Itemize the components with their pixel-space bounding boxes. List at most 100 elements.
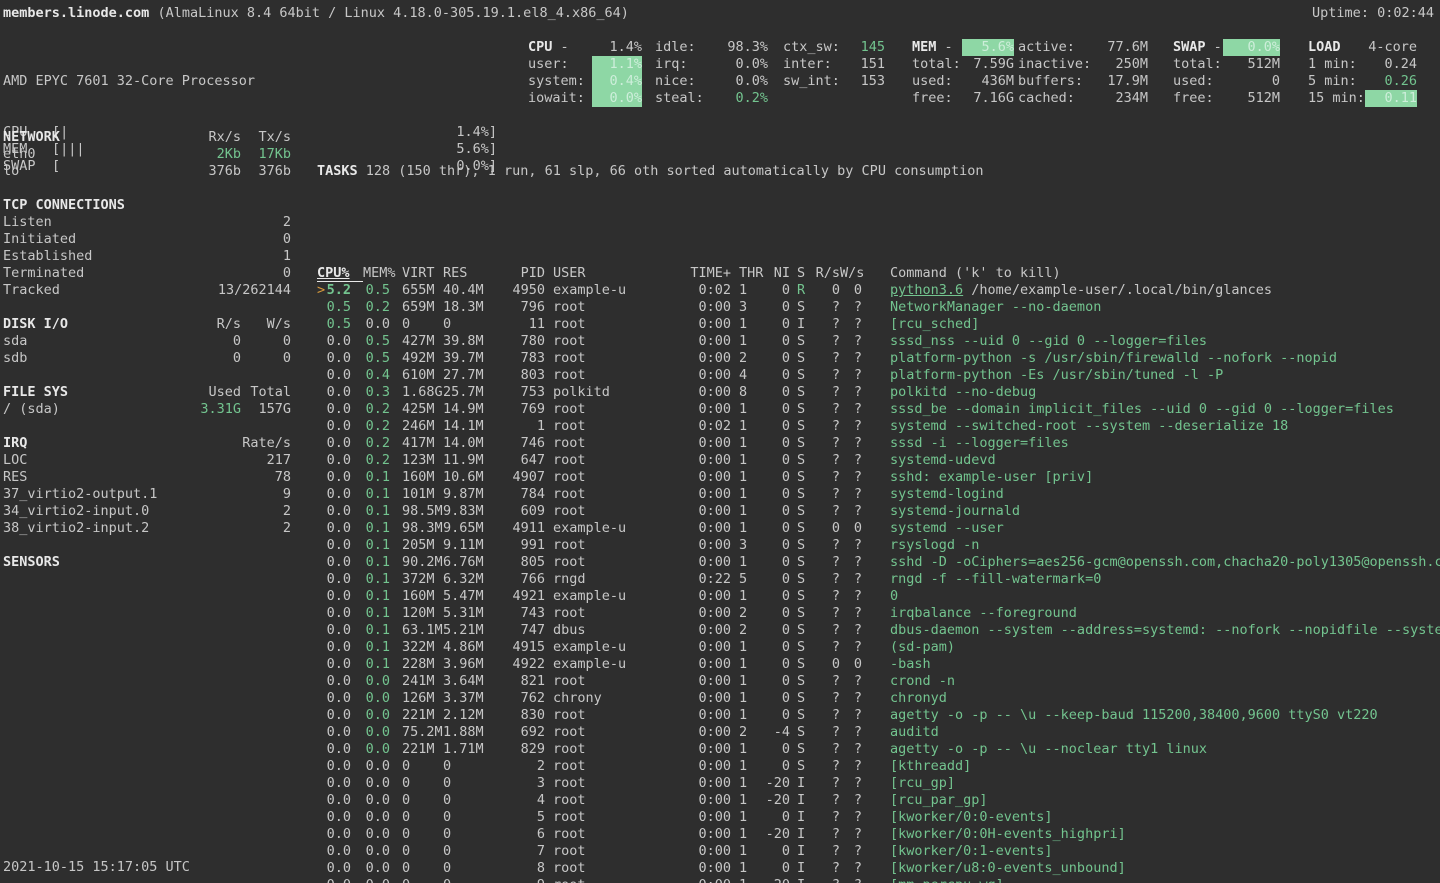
stat-value: 1.1% xyxy=(592,56,642,73)
proc-command: sssd -i --logger=files xyxy=(890,435,1440,452)
stat-value: 0.0% xyxy=(1223,39,1280,56)
stat-label-text: idle: xyxy=(655,39,696,55)
col-header-command-k-to-kill-: Command ('k' to kill) xyxy=(890,265,1440,282)
proc-write-rate: ? xyxy=(840,707,862,724)
selection-cursor xyxy=(317,401,325,418)
section-col2-header: Total xyxy=(241,384,291,401)
proc-pid: 821 xyxy=(500,673,545,690)
stat-value: 0 xyxy=(1223,73,1280,90)
proc-state: S xyxy=(797,639,811,656)
proc-mem-percent: 0.1 xyxy=(363,588,390,605)
proc-virt: 610M xyxy=(402,367,443,384)
row-value-1 xyxy=(193,214,241,231)
proc-write-rate: ? xyxy=(840,724,862,741)
stat-column-0: CPU -1.4%user:1.1%system:0.4%iowait:0.0% xyxy=(528,39,642,107)
row-value: 13/262144 xyxy=(218,282,291,299)
proc-user: dbus xyxy=(553,622,643,639)
tasks-summary-line: TASKS 128 (150 thr), 1 run, 61 slp, 66 o… xyxy=(317,163,1440,180)
proc-nice: 0 xyxy=(763,350,790,367)
col-gap xyxy=(545,707,553,724)
col-gap xyxy=(731,656,739,673)
glances-terminal-screen[interactable]: members.linode.com (AlmaLinux 8.4 64bit … xyxy=(0,0,1440,883)
col-gap xyxy=(790,554,797,571)
command-name: sshd -D -oCiphers=aes256-gcm@openssh.com… xyxy=(890,554,1440,570)
proc-write-rate: ? xyxy=(840,758,862,775)
proc-res: 0 xyxy=(443,809,500,826)
col-gap xyxy=(862,367,890,384)
col-gap xyxy=(545,826,553,843)
sidebar-row: / (sda)3.31G157G xyxy=(3,401,291,418)
proc-pid: 4950 xyxy=(500,282,545,299)
col-gap xyxy=(731,690,739,707)
col-gap xyxy=(731,418,739,435)
proc-mem-percent: 0.0 xyxy=(363,877,390,883)
col-gap xyxy=(862,265,890,282)
col-gap xyxy=(790,435,797,452)
col-gap xyxy=(862,571,890,588)
stat-row: system:0.4% xyxy=(528,73,642,90)
col-gap xyxy=(545,690,553,707)
col-gap xyxy=(790,622,797,639)
row-label: LOC xyxy=(3,452,193,469)
proc-read-rate: ? xyxy=(811,367,840,384)
proc-pid: 805 xyxy=(500,554,545,571)
stat-row: 15 min:0.11 xyxy=(1308,90,1417,107)
stat-row: 1 min:0.24 xyxy=(1308,56,1417,73)
col-gap xyxy=(731,316,739,333)
proc-nice: 0 xyxy=(763,622,790,639)
proc-cpu-percent: 0.0 xyxy=(325,741,351,758)
proc-cpu-percent: 0.0 xyxy=(325,792,351,809)
proc-nice: 0 xyxy=(763,673,790,690)
proc-pid: 11 xyxy=(500,316,545,333)
row-value-2: 0 xyxy=(241,231,291,248)
proc-time: 0:00 xyxy=(643,860,731,877)
col-gap xyxy=(390,690,402,707)
proc-threads: 1 xyxy=(739,452,763,469)
proc-write-rate: 0 xyxy=(840,656,862,673)
proc-threads: 1 xyxy=(739,741,763,758)
proc-virt: 425M xyxy=(402,401,443,418)
proc-user: root xyxy=(553,860,643,877)
section-title: SENSORS xyxy=(3,554,193,571)
command-name: (sd-pam) xyxy=(890,639,955,655)
col-gap xyxy=(731,622,739,639)
proc-command: agetty -o -p -- \u --noclear tty1 linux xyxy=(890,741,1440,758)
proc-pid: 766 xyxy=(500,571,545,588)
proc-virt: 0 xyxy=(402,316,443,333)
proc-cpu-percent: 0.0 xyxy=(325,367,351,384)
col-gap xyxy=(545,775,553,792)
section-title: NETWORK xyxy=(3,129,193,146)
stat-row: 5 min:0.26 xyxy=(1308,73,1417,90)
proc-user: example-u xyxy=(553,588,643,605)
proc-mem-percent: 0.0 xyxy=(363,826,390,843)
col-gap xyxy=(862,860,890,877)
col-gap xyxy=(862,792,890,809)
proc-mem-percent: 0.0 xyxy=(363,316,390,333)
col-gap xyxy=(790,350,797,367)
col-gap xyxy=(545,860,553,877)
col-gap xyxy=(790,520,797,537)
col-gap xyxy=(790,316,797,333)
proc-write-rate: ? xyxy=(840,452,862,469)
proc-user: chrony xyxy=(553,690,643,707)
command-name: -bash xyxy=(890,656,931,672)
col-gap xyxy=(790,588,797,605)
proc-mem-percent: 0.3 xyxy=(363,384,390,401)
uptime-value: 0:02:44 xyxy=(1377,5,1434,21)
os-info: (AlmaLinux 8.4 64bit / Linux 4.18.0-305.… xyxy=(149,5,629,21)
proc-read-rate: ? xyxy=(811,605,840,622)
col-gap xyxy=(790,639,797,656)
stat-value: 250M xyxy=(1091,56,1148,73)
proc-state: S xyxy=(797,418,811,435)
col-gap xyxy=(390,792,402,809)
proc-state: I xyxy=(797,775,811,792)
selection-cursor xyxy=(317,843,325,860)
proc-pid: 7 xyxy=(500,843,545,860)
proc-command: sshd: example-user [priv] xyxy=(890,469,1440,486)
stat-column-5: SWAP -0.0%total:512Mused:0free:512M xyxy=(1173,39,1280,107)
proc-threads: 3 xyxy=(739,537,763,554)
col-gap xyxy=(790,707,797,724)
process-row: 0.00.2123M11.9M647root0:0010S??systemd-u… xyxy=(317,452,1440,469)
proc-read-rate: ? xyxy=(811,673,840,690)
proc-write-rate: ? xyxy=(840,418,862,435)
